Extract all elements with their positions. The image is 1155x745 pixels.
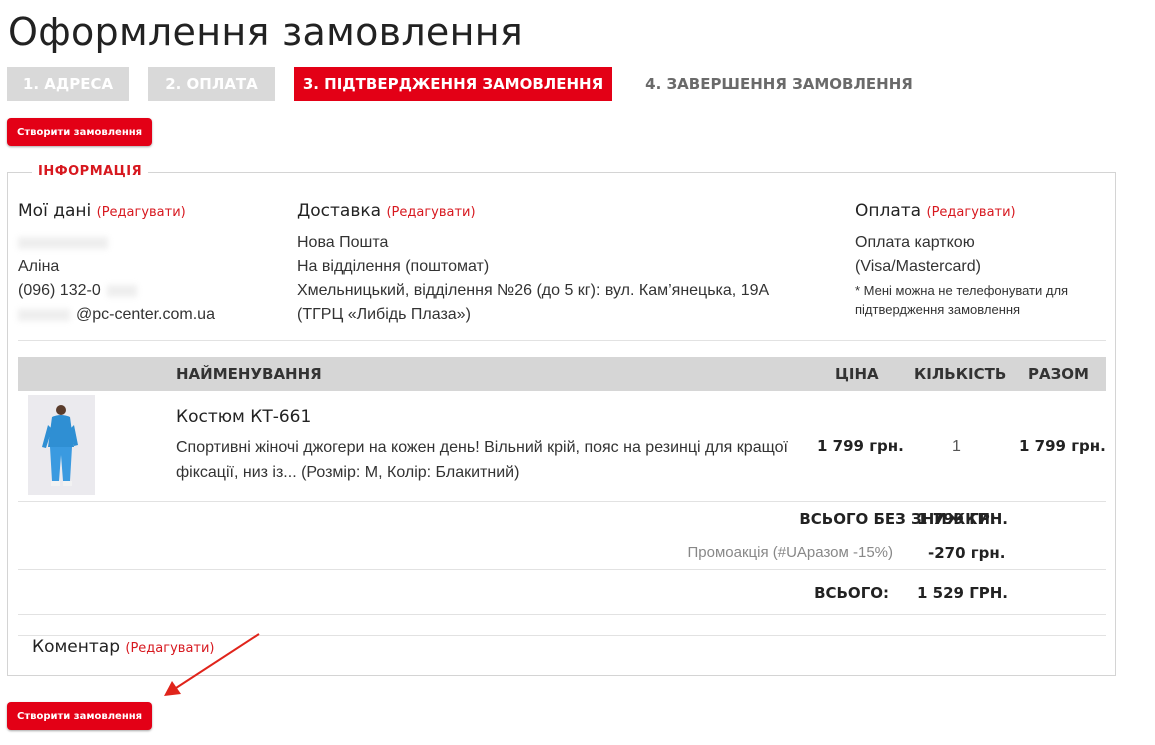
page-title: Оформлення замовлення bbox=[8, 10, 524, 54]
redacted-phone-tail bbox=[106, 284, 137, 297]
promo-value: -270 грн. bbox=[928, 544, 1006, 562]
step-address[interactable]: 1. АДРЕСА bbox=[7, 67, 129, 101]
payment-cards: (Visa/Mastercard) bbox=[855, 258, 981, 275]
divider bbox=[18, 340, 1106, 341]
step-confirmation: 3. ПІДТВЕРДЖЕННЯ ЗАМОВЛЕННЯ bbox=[294, 67, 612, 101]
divider bbox=[18, 569, 1106, 570]
payment-section: Оплата (Редагувати) Оплата карткою (Visa… bbox=[855, 199, 1105, 319]
delivery-address-detail: (ТГРЦ «Либідь Плаза») bbox=[297, 306, 471, 323]
customer-email: @pc-center.com.ua bbox=[76, 306, 215, 323]
delivery-title: Доставка bbox=[297, 201, 382, 221]
payment-title: Оплата bbox=[855, 201, 922, 221]
product-description: Спортивні жіночі джогери на кожен день! … bbox=[176, 439, 788, 481]
comment-edit-link[interactable]: (Редагувати) bbox=[125, 641, 214, 656]
product-image[interactable] bbox=[28, 395, 95, 495]
product-thumbnail-icon bbox=[28, 395, 95, 495]
item-total: 1 799 грн. bbox=[1019, 437, 1106, 455]
my-data-section: Мої дані (Редагувати) Аліна (096) 132-0 … bbox=[18, 199, 215, 327]
item-price: 1 799 грн. bbox=[817, 437, 904, 455]
redacted-surname bbox=[18, 236, 108, 249]
header-qty: КІЛЬКІСТЬ bbox=[914, 365, 1007, 383]
item-quantity: 1 bbox=[952, 438, 961, 455]
customer-name: Аліна bbox=[18, 258, 60, 275]
my-data-title: Мої дані bbox=[18, 201, 92, 221]
header-price: ЦІНА bbox=[835, 365, 879, 383]
divider bbox=[18, 614, 1106, 615]
grand-total-label: ВСЬОГО: bbox=[814, 584, 889, 602]
no-call-note: * Мені можна не телефонувати для підтвер… bbox=[855, 283, 1069, 317]
table-header: НАЙМЕНУВАННЯ ЦІНА КІЛЬКІСТЬ РАЗОМ bbox=[18, 357, 1106, 391]
comment-title: Коментар bbox=[32, 637, 120, 657]
order-info-panel: ІНФОРМАЦІЯ Мої дані (Редагувати) Аліна (… bbox=[7, 164, 1116, 676]
delivery-type: На відділення (поштомат) bbox=[297, 258, 490, 275]
payment-method: Оплата карткою bbox=[855, 234, 975, 251]
create-order-button-bottom[interactable]: Створити замовлення bbox=[7, 702, 153, 730]
grand-total-value: 1 529 ГРН. bbox=[917, 584, 1008, 602]
comment-section: Коментар (Редагувати) bbox=[32, 637, 215, 657]
step-completion: 4. ЗАВЕРШЕННЯ ЗАМОВЛЕННЯ bbox=[645, 75, 913, 93]
create-order-button-top[interactable]: Створити замовлення bbox=[7, 118, 153, 146]
promo-label: Промоакція (#UAразом -15%) bbox=[687, 544, 893, 561]
my-data-edit-link[interactable]: (Редагувати) bbox=[97, 205, 186, 220]
delivery-address: Хмельницький, відділення №26 (до 5 кг): … bbox=[297, 282, 770, 299]
redacted-email-user bbox=[18, 308, 70, 321]
customer-phone: (096) 132-0 bbox=[18, 282, 101, 299]
divider bbox=[18, 501, 1106, 502]
info-legend: ІНФОРМАЦІЯ bbox=[32, 164, 149, 179]
header-total: РАЗОМ bbox=[1028, 365, 1089, 383]
delivery-carrier: Нова Пошта bbox=[297, 234, 389, 251]
subtotal-value: 1 799 ГРН. bbox=[917, 510, 1008, 528]
divider bbox=[18, 635, 1106, 636]
header-name: НАЙМЕНУВАННЯ bbox=[176, 365, 322, 383]
step-payment[interactable]: 2. ОПЛАТА bbox=[148, 67, 275, 101]
delivery-section: Доставка (Редагувати) Нова Пошта На відд… bbox=[297, 199, 769, 327]
delivery-edit-link[interactable]: (Редагувати) bbox=[386, 205, 475, 220]
product-name[interactable]: Костюм КТ-661 bbox=[176, 407, 311, 427]
payment-edit-link[interactable]: (Редагувати) bbox=[927, 205, 1016, 220]
